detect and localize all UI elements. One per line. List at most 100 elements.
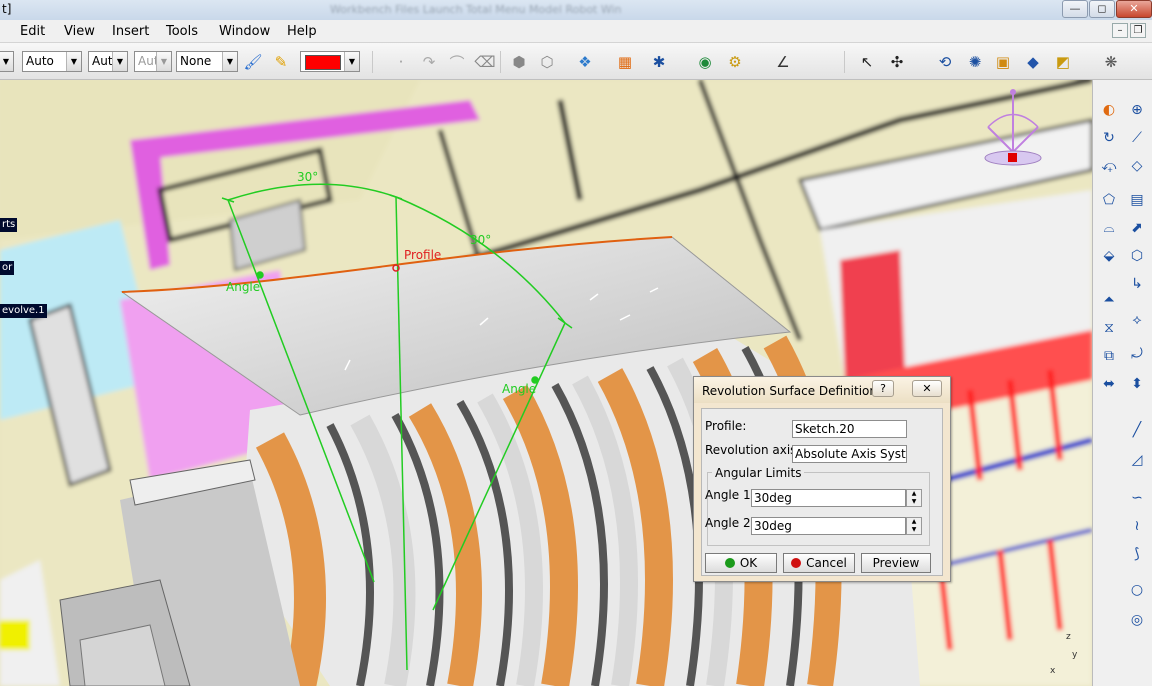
join-icon[interactable]: ⧉ bbox=[1099, 346, 1119, 366]
layers-icon[interactable]: ❖ bbox=[574, 51, 596, 73]
tree-item-2[interactable]: evolve.1 bbox=[0, 304, 47, 318]
grid-icon[interactable]: ▦ bbox=[614, 51, 636, 73]
painter-icon[interactable]: 🖌 bbox=[242, 51, 264, 73]
toolbar: ▼ Auto ▼ Aut ▼ Aut ▼ None ▼ 🖌 ✎ ▼ · ↷ ⌒ ⌫ ⬢ … bbox=[0, 43, 1152, 80]
circle-tool-icon[interactable]: ⬈ bbox=[1127, 218, 1147, 238]
extract-icon[interactable]: ⬌ bbox=[1099, 374, 1119, 394]
ok-button[interactable]: OK bbox=[705, 553, 777, 573]
blend-icon[interactable]: ⬙ bbox=[1099, 246, 1119, 266]
angle2-input[interactable]: 30deg bbox=[751, 517, 906, 535]
render-icon[interactable]: ◩ bbox=[1052, 51, 1074, 73]
arc-icon[interactable]: ⌒ bbox=[446, 51, 468, 73]
angle2-label: Angle 2: bbox=[705, 516, 755, 530]
mdi-minimize-button[interactable]: – bbox=[1112, 23, 1128, 38]
angle-label-1[interactable]: Angle bbox=[226, 280, 260, 294]
spin-down-icon[interactable]: ▼ bbox=[907, 526, 921, 534]
graphic-properties-icon[interactable]: ✎ bbox=[270, 51, 292, 73]
mdi-restore-button[interactable]: ❐ bbox=[1130, 23, 1146, 38]
plane-icon[interactable]: ◇ bbox=[1127, 156, 1147, 176]
point-tool-icon[interactable]: ⊕ bbox=[1127, 100, 1147, 120]
part-icon[interactable]: ⬢ bbox=[508, 51, 530, 73]
redo-icon[interactable]: ↷ bbox=[418, 51, 440, 73]
translate-icon[interactable]: ⟡ bbox=[1127, 310, 1147, 330]
curve-icon[interactable]: ∽ bbox=[1127, 488, 1147, 508]
angle1-input[interactable]: 30deg bbox=[751, 489, 906, 507]
menu-view[interactable]: View bbox=[64, 24, 95, 39]
spin-up-icon[interactable]: ▲ bbox=[907, 490, 921, 498]
snap-icon[interactable]: ✺ bbox=[964, 51, 986, 73]
shading-icon[interactable]: ◆ bbox=[1022, 51, 1044, 73]
circle-icon[interactable]: ○ bbox=[1127, 580, 1147, 600]
spiral-icon[interactable]: ◎ bbox=[1127, 610, 1147, 630]
loft-icon[interactable]: ⌓ bbox=[1099, 218, 1119, 238]
color-combo[interactable]: ▼ bbox=[300, 51, 360, 72]
point-type-combo[interactable]: Aut ▼ bbox=[134, 51, 172, 72]
layer-value: None bbox=[180, 54, 212, 68]
preview-button[interactable]: Preview bbox=[861, 553, 931, 573]
catalog-icon[interactable]: ▣ bbox=[992, 51, 1014, 73]
menu-tools[interactable]: Tools bbox=[166, 24, 198, 39]
sphere-icon[interactable]: ◉ bbox=[694, 51, 716, 73]
revolution-axis-label: Revolution axis: bbox=[705, 443, 801, 457]
title-corner-label: t] bbox=[2, 2, 12, 16]
dialog-close-button[interactable]: ✕ bbox=[912, 380, 942, 397]
select-arrow-icon[interactable]: ↖ bbox=[856, 51, 878, 73]
offset-icon[interactable]: ⏶ bbox=[1099, 290, 1119, 310]
trim-icon[interactable]: ⧖ bbox=[1099, 318, 1119, 338]
menu-edit[interactable]: Edit bbox=[20, 24, 45, 39]
profile-label[interactable]: Profile bbox=[404, 248, 441, 262]
workbench-icon[interactable]: ❋ bbox=[1100, 51, 1122, 73]
cancel-button[interactable]: Cancel bbox=[783, 553, 855, 573]
sweep-icon[interactable]: ⤽ bbox=[1099, 156, 1119, 176]
menu-window[interactable]: Window bbox=[219, 24, 270, 39]
split-icon[interactable]: ↳ bbox=[1127, 274, 1147, 294]
profile-field[interactable]: Sketch.20 bbox=[792, 420, 907, 438]
spline-icon[interactable]: ≀ bbox=[1127, 516, 1147, 536]
parameters-icon[interactable]: ⚙ bbox=[724, 51, 746, 73]
sketch-icon[interactable]: ∠ bbox=[772, 51, 794, 73]
connect-icon[interactable]: ⟆ bbox=[1127, 544, 1147, 564]
line-thickness-value: Aut bbox=[92, 54, 113, 68]
tree-item-1[interactable]: or bbox=[0, 261, 15, 275]
chevron-down-icon: ▼ bbox=[156, 52, 171, 71]
revolution-axis-field[interactable]: Absolute Axis System bbox=[792, 445, 907, 463]
close-window-button[interactable]: ✕ bbox=[1116, 0, 1152, 18]
angle2-spinner[interactable]: ▲ ▼ bbox=[906, 517, 922, 535]
ok-dot-icon bbox=[724, 558, 735, 568]
menu-help[interactable]: Help bbox=[287, 24, 317, 39]
eraser-icon[interactable]: ⌫ bbox=[474, 51, 496, 73]
tree-item-0[interactable]: rts bbox=[0, 218, 18, 232]
menu-insert[interactable]: Insert bbox=[112, 24, 149, 39]
angle1-spinner[interactable]: ▲ ▼ bbox=[906, 489, 922, 507]
line-tool-icon[interactable]: ⟋ bbox=[1127, 128, 1147, 148]
triangle-icon[interactable]: ◿ bbox=[1127, 450, 1147, 470]
angle-label-2[interactable]: Angle bbox=[502, 382, 536, 396]
spin-down-icon[interactable]: ▼ bbox=[907, 498, 921, 506]
line-type-combo[interactable]: Auto ▼ bbox=[22, 51, 82, 72]
fill-icon[interactable]: ⬠ bbox=[1099, 190, 1119, 210]
tools-icon[interactable]: ✱ bbox=[648, 51, 670, 73]
rotate-icon[interactable]: ⤾ bbox=[1127, 344, 1147, 364]
line-thickness-combo[interactable]: Aut ▼ bbox=[88, 51, 128, 72]
graphic-combo-partial[interactable]: ▼ bbox=[0, 51, 14, 72]
spin-up-icon[interactable]: ▲ bbox=[907, 518, 921, 526]
revolve-icon[interactable]: ↻ bbox=[1099, 128, 1119, 148]
projection-icon[interactable]: ▤ bbox=[1127, 190, 1147, 210]
line-diagonal-icon[interactable]: ╱ bbox=[1127, 420, 1147, 440]
maximize-button[interactable]: ◻ bbox=[1089, 0, 1115, 18]
symmetry-icon[interactable]: ⬍ bbox=[1127, 374, 1147, 394]
compass-icon[interactable] bbox=[978, 82, 1048, 170]
angular-limits-title: Angular Limits bbox=[712, 466, 805, 480]
layer-combo[interactable]: None ▼ bbox=[176, 51, 238, 72]
toolbar-separator bbox=[372, 51, 373, 73]
constraint-icon[interactable]: ⟲ bbox=[934, 51, 956, 73]
cube-icon[interactable]: ⬡ bbox=[1127, 246, 1147, 266]
multi-select-icon[interactable]: ✣ bbox=[886, 51, 908, 73]
part-copy-icon[interactable]: ⬡ bbox=[536, 51, 558, 73]
point-icon[interactable]: · bbox=[390, 51, 412, 73]
extrude-icon[interactable]: ◐ bbox=[1099, 100, 1119, 120]
help-button[interactable]: ? bbox=[872, 380, 894, 397]
dialog-title-bar[interactable]: Revolution Surface Definition ? ✕ bbox=[694, 377, 950, 403]
axis-indicator-y: y bbox=[1072, 650, 1078, 660]
minimize-button[interactable]: — bbox=[1062, 0, 1088, 18]
